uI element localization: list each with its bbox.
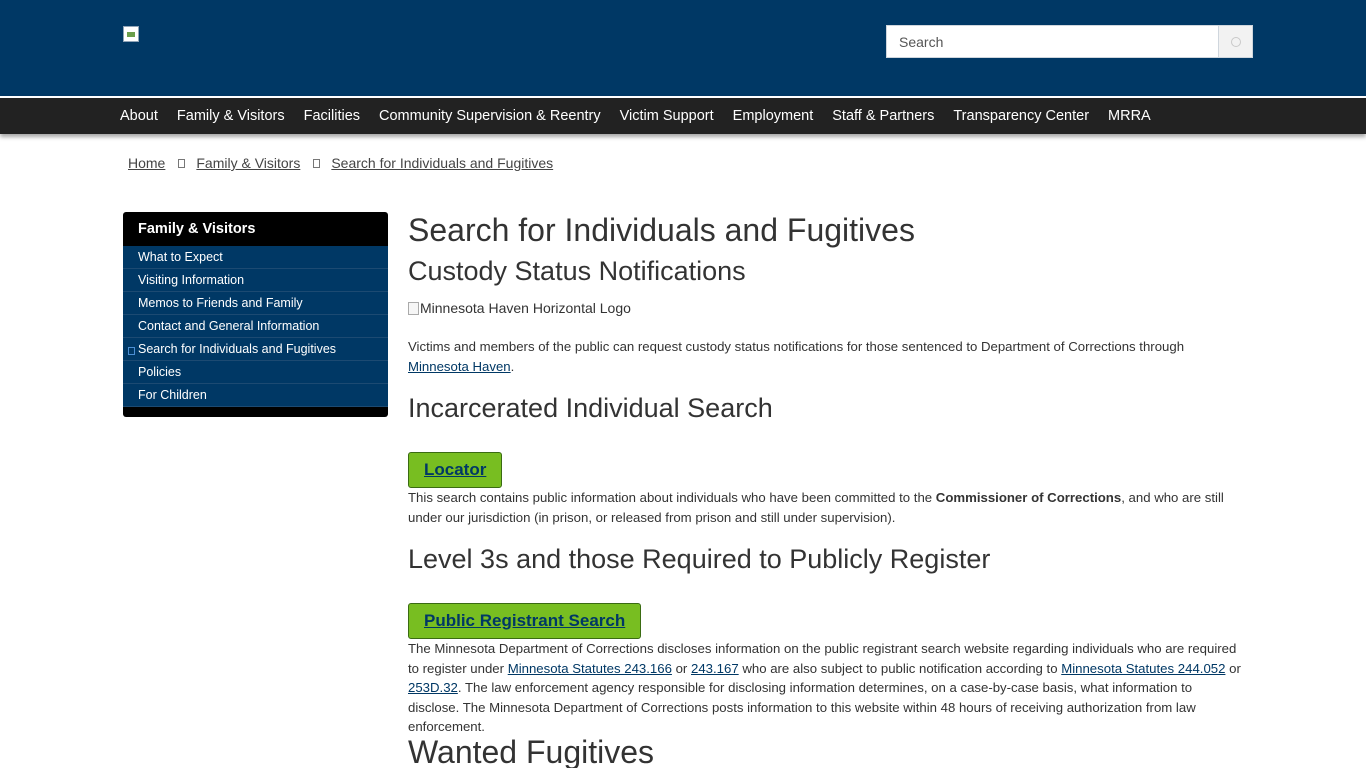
site-header (0, 0, 1366, 96)
nav-item-community-supervision[interactable]: Community Supervision & Reentry (379, 108, 601, 124)
statute-243-166-link[interactable]: Minnesota Statutes 243.166 (508, 661, 672, 676)
sidebar-item-memos[interactable]: Memos to Friends and Family (123, 292, 388, 315)
level3-text-2: or (671, 660, 691, 676)
breadcrumb-separator-icon (313, 158, 321, 168)
page-title: Search for Individuals and Fugitives (408, 212, 915, 248)
breadcrumb-family-visitors[interactable]: Family & Visitors (196, 155, 300, 171)
level3-text-3: who are also subject to public notificat… (738, 660, 1062, 676)
commissioner-bold: Commissioner of Corrections (935, 490, 1122, 505)
incarcerated-heading: Incarcerated Individual Search (408, 393, 773, 423)
sidebar-title[interactable]: Family & Visitors (123, 212, 388, 246)
level3-text-4: or (1225, 660, 1241, 676)
sidebar-item-visiting-information[interactable]: Visiting Information (123, 269, 388, 292)
breadcrumb-home[interactable]: Home (128, 155, 165, 171)
nav-item-mrra[interactable]: MRRA (1108, 108, 1151, 124)
level3-paragraph: The Minnesota Department of Corrections … (408, 639, 1244, 737)
nav-item-transparency-center[interactable]: Transparency Center (953, 108, 1089, 124)
minnesota-haven-logo: Minnesota Haven Horizontal Logo (408, 300, 631, 316)
nav-item-employment[interactable]: Employment (733, 108, 814, 124)
nav-item-victim-support[interactable]: Victim Support (620, 108, 714, 124)
statute-243-167-link[interactable]: 243.167 (691, 661, 739, 676)
custody-text: Victims and members of the public can re… (408, 339, 1185, 354)
wanted-heading: Wanted Fugitives (408, 734, 655, 768)
sidebar-item-contact[interactable]: Contact and General Information (123, 315, 388, 338)
breadcrumb: Home Family & Visitors Search for Indivi… (128, 155, 553, 171)
sidebar-item-for-children[interactable]: For Children (123, 384, 388, 407)
nav-item-facilities[interactable]: Facilities (304, 108, 360, 124)
incarcerated-paragraph: This search contains public information … (408, 488, 1244, 527)
sidebar: Family & Visitors What to Expect Visitin… (123, 212, 388, 417)
search-button[interactable] (1218, 25, 1253, 58)
sidebar-list: What to Expect Visiting Information Memo… (123, 246, 388, 407)
nav-item-about[interactable]: About (120, 108, 158, 124)
main-nav: About Family & Visitors Facilities Commu… (0, 96, 1366, 134)
custody-paragraph: Victims and members of the public can re… (408, 337, 1244, 376)
level3-heading: Level 3s and those Required to Publicly … (408, 544, 991, 574)
breadcrumb-separator-icon (178, 158, 186, 168)
public-registrant-search-button[interactable]: Public Registrant Search (408, 603, 642, 639)
minnesota-haven-link[interactable]: Minnesota Haven (408, 359, 511, 374)
nav-item-staff-partners[interactable]: Staff & Partners (832, 108, 934, 124)
search-input[interactable] (886, 25, 1218, 58)
sidebar-item-policies[interactable]: Policies (123, 361, 388, 384)
breadcrumb-current[interactable]: Search for Individuals and Fugitives (331, 155, 553, 171)
search-icon (1230, 36, 1241, 47)
custody-text-end: . (510, 358, 515, 374)
statute-253d-32-link[interactable]: 253D.32 (408, 680, 458, 695)
statute-244-052-link[interactable]: Minnesota Statutes 244.052 (1061, 661, 1225, 676)
sidebar-item-what-to-expect[interactable]: What to Expect (123, 246, 388, 269)
sidebar-item-search-individuals[interactable]: Search for Individuals and Fugitives (123, 338, 388, 361)
custody-heading: Custody Status Notifications (408, 256, 746, 286)
nav-item-family-visitors[interactable]: Family & Visitors (177, 108, 285, 124)
logo-alt-text: Minnesota Haven Horizontal Logo (420, 300, 631, 316)
site-logo-broken-image-icon[interactable] (123, 26, 139, 42)
broken-image-icon (408, 301, 419, 315)
locator-button[interactable]: Locator (408, 452, 503, 488)
site-search (886, 25, 1253, 58)
incarcerated-text: This search contains public information … (408, 490, 936, 505)
level3-text-5: . The law enforcement agency responsible… (408, 680, 1196, 734)
